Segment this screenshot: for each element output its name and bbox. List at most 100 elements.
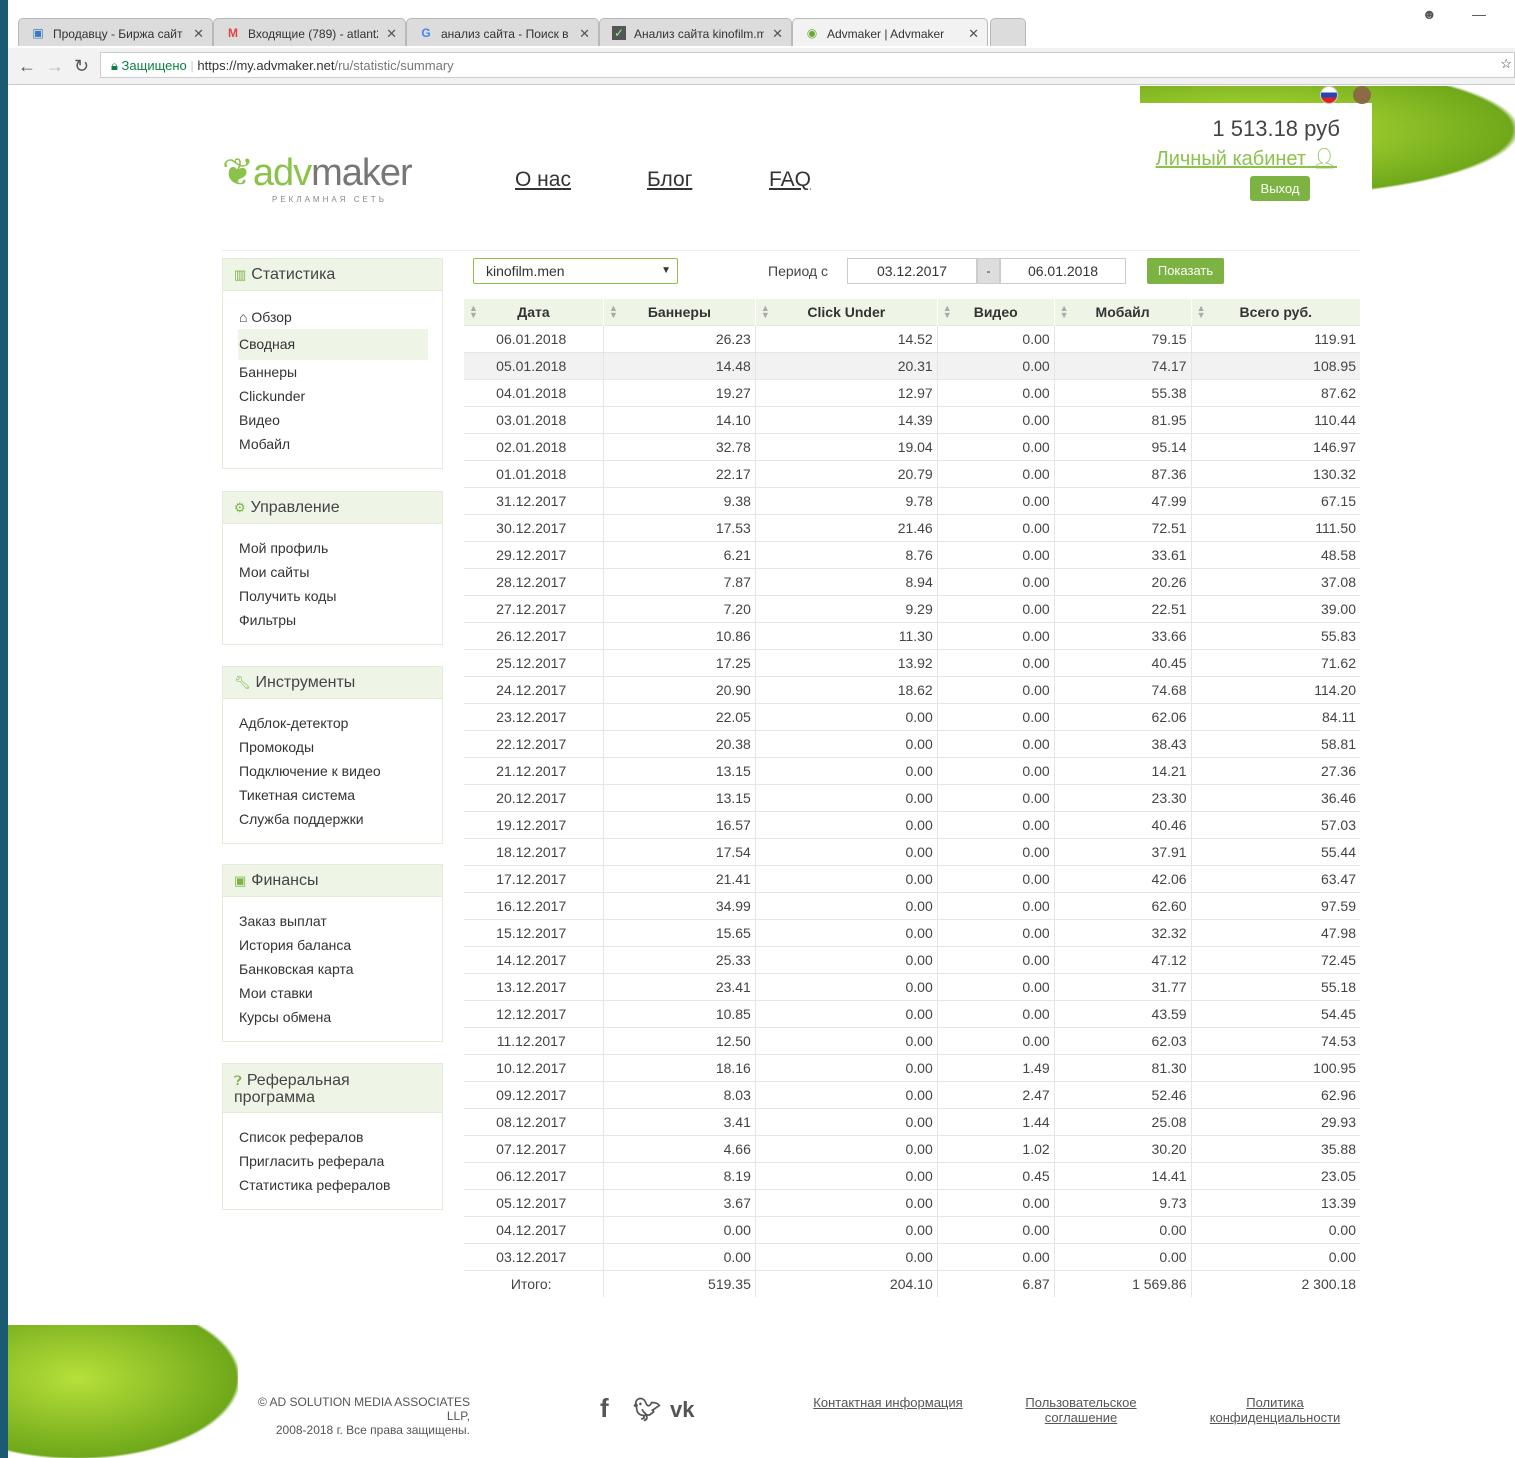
flag-ru-icon[interactable] bbox=[1320, 86, 1338, 104]
close-icon[interactable]: ✕ bbox=[772, 26, 783, 42]
value-cell: 87.62 bbox=[1190, 378, 1360, 406]
column-header[interactable]: ▲ ▼ Дата bbox=[463, 299, 604, 325]
url-path: /ru/statistic/summary bbox=[334, 58, 454, 73]
leaf-icon: ❦ bbox=[222, 152, 254, 194]
sidebar-item-summary[interactable]: Сводная bbox=[238, 329, 428, 360]
back-icon[interactable]: ← bbox=[18, 56, 36, 77]
date-cell: 28.12.2017 bbox=[463, 567, 604, 595]
close-icon[interactable]: ✕ bbox=[193, 26, 204, 42]
sidebar-item-invite[interactable]: Пригласить реферала bbox=[238, 1149, 428, 1173]
leaves-decoration bbox=[8, 1325, 238, 1458]
sidebar-item-codes[interactable]: Получить коды bbox=[238, 584, 428, 608]
value-cell: 52.46 bbox=[1053, 1080, 1192, 1108]
value-cell: 40.46 bbox=[1053, 810, 1192, 838]
sidebar-item-exchange[interactable]: Курсы обмена bbox=[238, 1005, 428, 1029]
new-tab-button[interactable] bbox=[990, 18, 1026, 46]
nav-about[interactable]: О нас bbox=[515, 168, 571, 192]
value-cell: 7.20 bbox=[602, 594, 756, 622]
column-header[interactable]: ▲ ▼ Click Under bbox=[754, 299, 938, 325]
nav-faq[interactable]: FAQ bbox=[769, 168, 811, 192]
sidebar-item-video[interactable]: Видео bbox=[238, 408, 428, 432]
logout-button[interactable]: Выход bbox=[1250, 176, 1310, 201]
sidebar-item-balance-history[interactable]: История баланса bbox=[238, 933, 428, 957]
vk-icon[interactable]: vk bbox=[670, 1397, 694, 1423]
date-cell: 07.12.2017 bbox=[463, 1134, 604, 1162]
date-to-input[interactable]: 06.01.2018 bbox=[1000, 258, 1126, 284]
sidebar-item-mobile[interactable]: Мобайл bbox=[238, 432, 428, 456]
value-cell: 15.65 bbox=[602, 918, 756, 946]
date-cell: 01.01.2018 bbox=[463, 459, 604, 487]
value-cell: 0.00 bbox=[754, 1134, 938, 1162]
value-cell: 0.00 bbox=[602, 1215, 756, 1243]
column-header[interactable]: ▲ ▼ Баннеры bbox=[602, 299, 756, 325]
close-icon[interactable]: ✕ bbox=[579, 26, 590, 42]
value-cell: 14.52 bbox=[754, 324, 938, 352]
value-cell: 32.78 bbox=[602, 432, 756, 460]
sidebar-item-filters[interactable]: Фильтры bbox=[238, 608, 428, 632]
close-icon[interactable]: ✕ bbox=[386, 26, 397, 42]
cabinet-link[interactable]: Личный кабинет 👤︎ bbox=[1156, 146, 1337, 171]
value-cell: 1.44 bbox=[936, 1107, 1055, 1135]
twitter-icon[interactable]: 🐦︎ bbox=[633, 1397, 661, 1423]
value-cell: 8.76 bbox=[754, 540, 938, 568]
browser-tab[interactable]: ▣ Продавцу - Биржа сайто ✕ bbox=[18, 18, 213, 46]
facebook-icon[interactable]: f bbox=[600, 1393, 609, 1424]
table-row: 12.12.2017 10.85 0.00 0.00 43.59 54.45 bbox=[463, 999, 1360, 1027]
table-row: 01.01.2018 22.17 20.79 0.00 87.36 130.32 bbox=[463, 459, 1360, 487]
sidebar-item-tickets[interactable]: Тикетная система bbox=[238, 783, 428, 807]
agreement-link[interactable]: Пользовательское соглашение bbox=[1020, 1395, 1142, 1425]
column-label: Дата bbox=[517, 303, 550, 320]
value-cell: 14.10 bbox=[602, 405, 756, 433]
browser-tab[interactable]: ✓ Анализ сайта kinofilm.m ✕ bbox=[599, 18, 792, 46]
value-cell: 19.27 bbox=[602, 378, 756, 406]
sidebar-item-profile[interactable]: Мой профиль bbox=[238, 536, 428, 560]
sort-icon: ▲ ▼ bbox=[760, 303, 770, 320]
minimize-icon[interactable]: — bbox=[1472, 6, 1486, 22]
browser-tab[interactable]: Gанализ сайта - Поиск в G ✕ bbox=[406, 18, 599, 46]
value-cell: 0.00 bbox=[754, 945, 938, 973]
advmaker-logo[interactable]: ❦advmaker РЕКЛАМНАЯ СЕТЬ bbox=[222, 150, 413, 204]
bookmark-star-icon[interactable]: ☆ bbox=[1500, 56, 1512, 72]
column-header[interactable]: ▲ ▼ Видео bbox=[936, 299, 1055, 325]
sidebar-item-banners[interactable]: Баннеры bbox=[238, 360, 428, 384]
date-from-input[interactable]: 03.12.2017 bbox=[847, 258, 977, 284]
sidebar-item-overview[interactable]: ⌂ Обзор bbox=[238, 305, 428, 329]
copyright-line: © AD SOLUTION MEDIA ASSOCIATES LLP, bbox=[257, 1395, 470, 1423]
profile-icon[interactable]: ☻ bbox=[1422, 6, 1437, 22]
sidebar-item-referral-stats[interactable]: Статистика рефералов bbox=[238, 1173, 428, 1197]
column-header[interactable]: ▲ ▼ Всего руб. bbox=[1190, 299, 1360, 325]
sidebar-item-clickunder[interactable]: Clickunder bbox=[238, 384, 428, 408]
address-bar[interactable]: 🔒︎ Защищено | https://my.advmaker.net/ru… bbox=[100, 52, 1515, 78]
nav-blog[interactable]: Блог bbox=[647, 168, 692, 192]
column-header[interactable]: ▲ ▼ Мобайл bbox=[1053, 299, 1192, 325]
sidebar-item-rates[interactable]: Мои ставки bbox=[238, 981, 428, 1005]
sidebar-item-adblock[interactable]: Адблок-детектор bbox=[238, 711, 428, 735]
google-icon: G bbox=[421, 26, 431, 40]
value-cell: 42.06 bbox=[1053, 864, 1192, 892]
close-icon[interactable]: ✕ bbox=[968, 26, 979, 42]
value-cell: 0.00 bbox=[1190, 1215, 1360, 1243]
contacts-link[interactable]: Контактная информация bbox=[805, 1395, 971, 1410]
forward-icon[interactable]: → bbox=[46, 56, 64, 77]
reload-icon[interactable]: ↻ bbox=[74, 56, 89, 77]
value-cell: 32.32 bbox=[1053, 918, 1192, 946]
value-cell: 0.00 bbox=[936, 405, 1055, 433]
sidebar-item-payouts[interactable]: Заказ выплат bbox=[238, 909, 428, 933]
browser-tab[interactable]: M Входящие (789) - atlant2 ✕ bbox=[213, 18, 406, 46]
show-button[interactable]: Показать bbox=[1147, 258, 1224, 284]
date-cell: 21.12.2017 bbox=[463, 756, 604, 784]
sidebar-item-sites[interactable]: Мои сайты bbox=[238, 560, 428, 584]
site-select[interactable]: kinofilm.men ▼ bbox=[473, 258, 678, 284]
section-title: Управление bbox=[250, 499, 340, 516]
browser-tab-active[interactable]: ◉ Advmaker | Advmaker ✕ bbox=[792, 18, 988, 46]
sidebar-item-referral-list[interactable]: Список рефералов bbox=[238, 1125, 428, 1149]
value-cell: 27.36 bbox=[1190, 756, 1360, 784]
sidebar-item-video-connect[interactable]: Подключение к видео bbox=[238, 759, 428, 783]
flag-uk-icon[interactable] bbox=[1353, 86, 1371, 104]
sidebar-item-support[interactable]: Служба поддержки bbox=[238, 807, 428, 831]
value-cell: 14.48 bbox=[602, 351, 756, 379]
privacy-link[interactable]: Политика конфиденциальности bbox=[1200, 1395, 1350, 1425]
table-row: 17.12.2017 21.41 0.00 0.00 42.06 63.47 bbox=[463, 864, 1360, 892]
sidebar-item-bank-card[interactable]: Банковская карта bbox=[238, 957, 428, 981]
sidebar-item-promocodes[interactable]: Промокоды bbox=[238, 735, 428, 759]
